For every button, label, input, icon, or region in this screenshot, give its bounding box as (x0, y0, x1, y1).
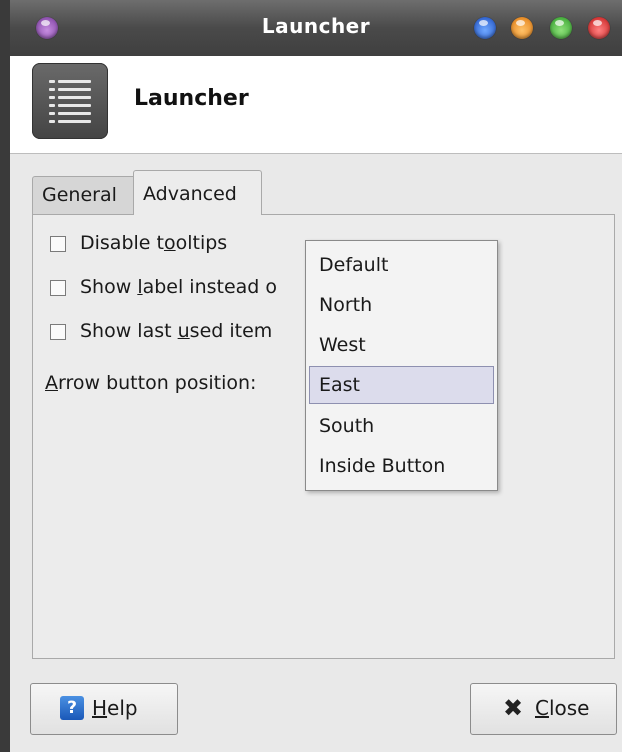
title-bar[interactable]: Launcher (10, 0, 622, 57)
dialog-heading: Launcher (134, 86, 249, 111)
show-last-used-label[interactable]: Show last used item (80, 320, 272, 342)
close-icon: ✖ (502, 694, 524, 722)
help-icon: ? (60, 696, 84, 720)
help-button[interactable]: ? Help (30, 683, 178, 735)
close-button-label: Close (535, 696, 590, 720)
option-west[interactable]: West (309, 326, 494, 364)
option-south[interactable]: South (309, 407, 494, 445)
dialog-header: Launcher (10, 56, 622, 154)
arrow-position-dropdown[interactable]: Default North West East South Inside But… (305, 240, 498, 491)
show-label-checkbox[interactable] (50, 280, 66, 296)
maximize-button[interactable] (550, 17, 572, 39)
disable-tooltips-checkbox[interactable] (50, 236, 66, 252)
tab-advanced[interactable]: Advanced (133, 170, 262, 215)
help-button-label: Help (92, 696, 138, 720)
disable-tooltips-label[interactable]: Disable tooltips (80, 232, 227, 254)
option-default[interactable]: Default (309, 246, 494, 284)
option-inside-button[interactable]: Inside Button (309, 447, 494, 485)
list-icon (32, 63, 108, 139)
show-label-label[interactable]: Show label instead o (80, 276, 277, 298)
launcher-dialog: Launcher Launcher General Advanced Disab… (10, 0, 622, 752)
arrow-position-label: Arrow button position: (45, 372, 257, 394)
close-button[interactable]: ✖ Close (470, 683, 617, 735)
tab-general[interactable]: General (32, 176, 137, 214)
shade-button[interactable] (474, 17, 496, 39)
show-last-used-checkbox[interactable] (50, 324, 66, 340)
close-window-button[interactable] (588, 17, 610, 39)
option-north[interactable]: North (309, 286, 494, 324)
option-east[interactable]: East (309, 366, 494, 404)
minimize-button[interactable] (511, 17, 533, 39)
